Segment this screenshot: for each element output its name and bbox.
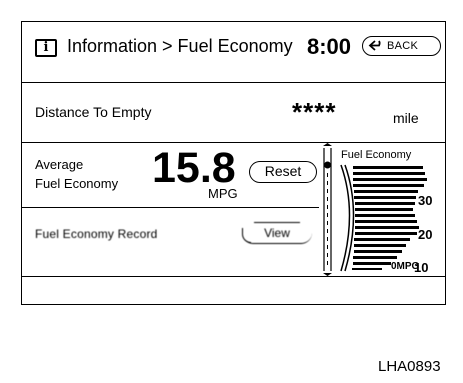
back-arrow-icon	[368, 40, 381, 51]
graph-bar	[354, 190, 418, 193]
fuel-economy-record-row: Fuel Economy Record View	[22, 208, 319, 276]
scroll-thumb[interactable]	[324, 161, 331, 169]
average-label-line2: Fuel Economy	[35, 176, 119, 191]
average-fuel-economy-row: Average Fuel Economy 15.8 MPG Reset	[22, 143, 319, 208]
bottom-empty-row	[22, 276, 445, 304]
fuel-economy-graph: Fuel Economy 30 20 10 0MPG	[336, 143, 445, 276]
scale-label-zero: 0MPG	[391, 261, 420, 272]
clock-display: 8:00	[307, 34, 352, 59]
graph-bar	[353, 178, 427, 181]
scale-label-20: 20	[418, 227, 433, 242]
graph-bar	[355, 232, 417, 235]
scale-label-30: 30	[418, 193, 433, 208]
graph-bar	[355, 226, 419, 229]
graph-bar	[354, 250, 402, 253]
average-fuel-economy-unit: MPG	[208, 186, 238, 201]
graph-bar	[353, 184, 424, 187]
view-button[interactable]: View	[242, 222, 312, 244]
average-fuel-economy-label: Average Fuel Economy	[35, 155, 145, 193]
distance-to-empty-label: Distance To Empty	[35, 104, 152, 120]
distance-to-empty-value: ****	[292, 97, 337, 127]
back-button-label: BACK	[387, 40, 419, 52]
graph-bar	[353, 172, 425, 175]
graph-bar	[354, 196, 416, 199]
info-icon: i	[35, 39, 57, 57]
header-bar: i Information > Fuel Economy 8:00 BACK	[22, 22, 445, 82]
reset-button[interactable]: Reset	[249, 161, 317, 183]
graph-curve-left	[340, 164, 351, 272]
graph-bar	[353, 262, 391, 265]
graph-bar	[355, 214, 415, 217]
graph-bars	[340, 164, 427, 272]
graph-bar	[353, 256, 397, 259]
graph-bar	[354, 238, 410, 241]
distance-to-empty-row: Distance To Empty **** mile	[22, 82, 445, 143]
graph-bar	[352, 268, 382, 270]
graph-bar	[355, 208, 413, 211]
scroll-up-arrow-icon[interactable]	[323, 143, 332, 146]
image-reference-code: LHA0893	[378, 358, 441, 375]
graph-bar	[355, 220, 417, 223]
scrollbar[interactable]	[319, 143, 336, 276]
graph-bar	[353, 166, 423, 169]
display-screen: i Information > Fuel Economy 8:00 BACK D…	[21, 21, 446, 305]
fuel-economy-record-label: Fuel Economy Record	[35, 227, 158, 241]
average-label-line1: Average	[35, 157, 84, 172]
breadcrumb: Information > Fuel Economy	[67, 36, 293, 56]
graph-bar	[355, 202, 415, 205]
graph-bar	[354, 244, 406, 247]
back-button[interactable]: BACK	[362, 36, 441, 56]
distance-unit: mile	[393, 110, 419, 126]
